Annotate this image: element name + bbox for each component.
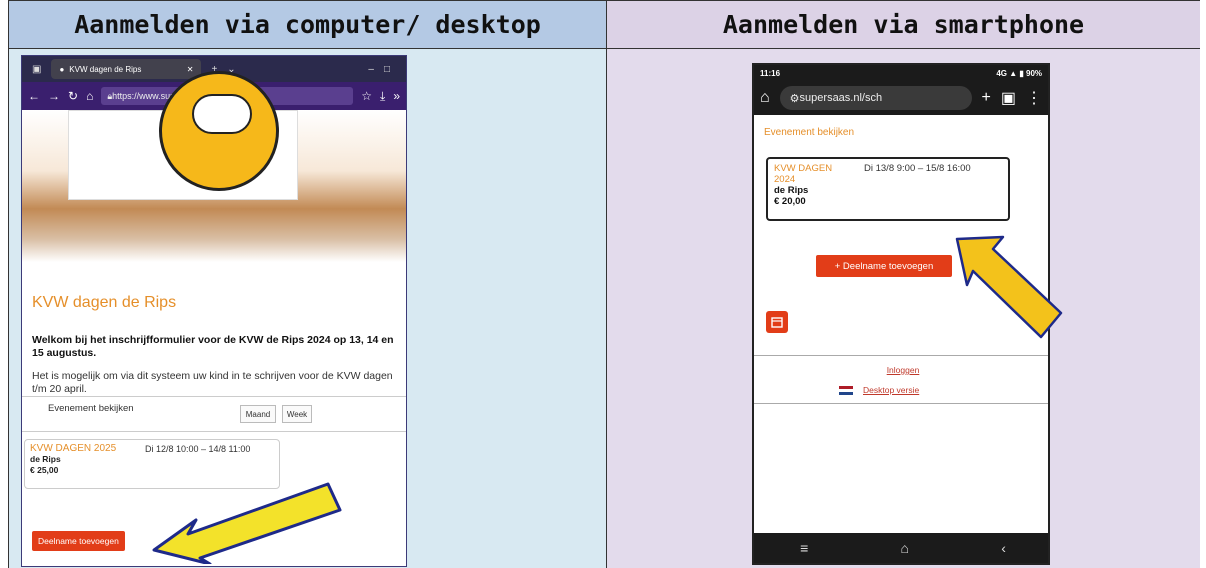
new-tab-icon[interactable]: + <box>982 89 991 107</box>
event-place: de Rips <box>774 185 809 196</box>
arrow-pointer-icon <box>152 482 342 564</box>
week-button[interactable]: Week <box>282 405 312 423</box>
event-dates: Di 13/8 9:00 – 15/8 16:00 <box>864 163 971 174</box>
event-card[interactable]: KVW DAGEN 2024 Di 13/8 9:00 – 15/8 16:00… <box>766 157 1010 221</box>
android-nav-bar: ≡ ⌂ ‹ <box>754 533 1048 563</box>
add-participation-button[interactable]: + Deelname toevoegen <box>816 255 952 277</box>
desktop-version-link[interactable]: Desktop versie <box>839 385 919 395</box>
smartphone-header: Aanmelden via smartphone <box>607 1 1200 49</box>
desktop-cell: ▣ ● KVW dagen de Rips ✕ + ⌄ – □ ← → ↻ ⌂ … <box>9 49 607 568</box>
desktop-browser-screenshot: ▣ ● KVW dagen de Rips ✕ + ⌄ – □ ← → ↻ ⌂ … <box>21 55 407 567</box>
hero-banner-image <box>22 71 406 262</box>
mascot-image <box>159 71 279 191</box>
intro-bold-text: Welkom bij het inschrijfformulier voor d… <box>32 334 394 359</box>
divider <box>754 355 1048 356</box>
event-price: € 25,00 <box>30 465 59 475</box>
favicon-icon: ● <box>59 64 65 74</box>
download-icon[interactable]: ⤓ <box>380 89 385 104</box>
smartphone-cell: 11:16 4G ▲ ▮ 90% ⌂ ⚙︎ supersaas.nl/sch +… <box>607 49 1200 568</box>
forward-icon[interactable]: → <box>48 89 60 103</box>
logo-card <box>68 71 298 200</box>
event-view-label: Evenement bekijken <box>48 403 134 414</box>
desktop-header: Aanmelden via computer/ desktop <box>9 1 607 49</box>
arrow-pointer-icon <box>955 235 1063 339</box>
calendar-icon <box>771 317 783 328</box>
calendar-button[interactable] <box>766 311 788 333</box>
comparison-table: Aanmelden via computer/ desktop Aanmelde… <box>8 0 1200 568</box>
browser-tab[interactable]: ● KVW dagen de Rips ✕ <box>51 59 202 79</box>
view-toolbar: Evenement bekijken Maand Week <box>22 396 406 432</box>
login-link[interactable]: Inloggen <box>754 365 1048 375</box>
tabs-icon[interactable]: ▣ <box>1001 88 1016 108</box>
event-view-label: Evenement bekijken <box>764 127 855 138</box>
phone-address-bar: ⌂ ⚙︎ supersaas.nl/sch + ▣ ⋮ <box>754 81 1048 115</box>
tab-title: KVW dagen de Rips <box>69 64 142 74</box>
event-price: € 20,00 <box>774 196 806 207</box>
event-place: de Rips <box>30 454 61 464</box>
close-icon[interactable]: ✕ <box>187 65 194 74</box>
status-time: 11:16 <box>760 68 781 78</box>
month-button[interactable]: Maand <box>240 405 276 423</box>
home-icon[interactable]: ⌂ <box>760 89 770 107</box>
back-icon[interactable]: ← <box>28 89 40 103</box>
dutch-flag-icon <box>839 385 853 395</box>
back-icon[interactable]: ‹ <box>1001 540 1006 556</box>
home-icon[interactable]: ⌂ <box>86 89 93 103</box>
recents-icon[interactable]: ≡ <box>800 540 808 556</box>
divider <box>754 403 1048 404</box>
event-title: KVW DAGEN 2024 <box>774 163 833 185</box>
status-bar: 11:16 4G ▲ ▮ 90% <box>754 65 1048 81</box>
event-dates: Di 12/8 10:00 – 14/8 11:00 <box>145 444 251 454</box>
intro-text: Het is mogelijk om via dit systeem uw ki… <box>32 370 393 395</box>
overflow-icon[interactable]: » <box>393 89 400 103</box>
maximize-icon[interactable]: □ <box>384 64 390 75</box>
page-title: KVW dagen de Rips <box>32 294 177 311</box>
menu-icon[interactable]: ⋮ <box>1026 88 1042 108</box>
minimize-icon[interactable]: – <box>368 64 374 75</box>
add-participation-button[interactable]: Deelname toevoegen <box>32 531 125 551</box>
site-settings-icon: ⚙︎ <box>789 92 800 105</box>
mascot-face <box>192 94 252 134</box>
tab-overview-icon[interactable]: ▣ <box>32 64 41 75</box>
reload-icon[interactable]: ↻ <box>68 89 78 103</box>
url-text: supersaas.nl/sch <box>799 92 883 104</box>
desktop-version-label: Desktop versie <box>863 385 920 395</box>
status-indicators: 4G ▲ ▮ 90% <box>996 68 1042 78</box>
url-field[interactable]: ⚙︎ supersaas.nl/sch <box>779 86 972 110</box>
home-icon[interactable]: ⌂ <box>901 540 909 556</box>
bookmark-star-icon[interactable]: ☆ <box>361 89 372 103</box>
